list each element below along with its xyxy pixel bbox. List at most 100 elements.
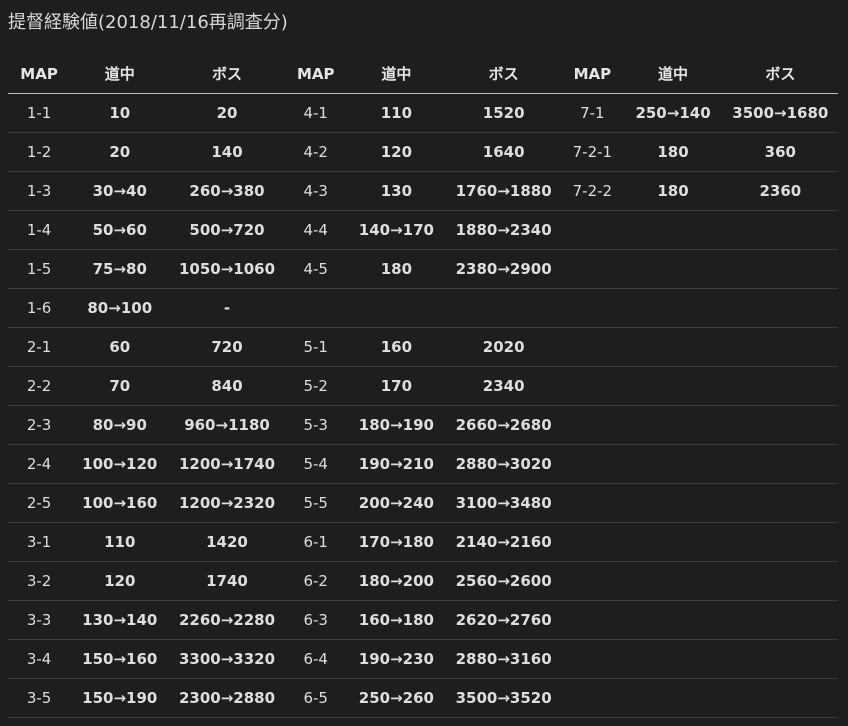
cell-route-exp: 170 bbox=[346, 366, 447, 406]
cell-map: 2-1 bbox=[8, 327, 71, 367]
cell-boss-exp: 1640 bbox=[446, 132, 562, 172]
header-route-3: 道中 bbox=[623, 54, 723, 94]
cell-boss-exp: 2880→3160 bbox=[446, 639, 562, 679]
cell-map: 4-1 bbox=[284, 93, 347, 133]
cell-boss-exp: 1740 bbox=[169, 561, 285, 601]
header-route-2: 道中 bbox=[346, 54, 447, 94]
cell-map: 1-1 bbox=[8, 93, 71, 133]
cell-boss-exp bbox=[722, 639, 838, 679]
cell-route-exp bbox=[623, 327, 723, 367]
cell-boss-exp: 3500→3520 bbox=[446, 678, 562, 718]
cell-map: 3-3 bbox=[8, 600, 71, 640]
cell-map bbox=[561, 249, 624, 289]
cell-map bbox=[561, 522, 624, 562]
cell-map: 5-4 bbox=[284, 444, 347, 484]
cell-route-exp bbox=[623, 561, 723, 601]
cell-map: 6-2 bbox=[284, 561, 347, 601]
header-boss-3: ボス bbox=[722, 54, 838, 94]
cell-map bbox=[561, 366, 624, 406]
cell-route-exp: 20 bbox=[70, 132, 170, 172]
cell-route-exp: 75→80 bbox=[70, 249, 170, 289]
table-row: 2-1 60 720 5-1 160 2020 bbox=[8, 327, 838, 367]
table-row: 1-6 80→100- bbox=[8, 288, 838, 328]
admiral-exp-table: MAP 道中 ボス MAP 道中 ボス MAP 道中 ボス 1-1 10 20 4-1… bbox=[8, 54, 838, 718]
cell-boss-exp: 1200→1740 bbox=[169, 444, 285, 484]
table-header-row: MAP 道中 ボス MAP 道中 ボス MAP 道中 ボス bbox=[8, 54, 838, 94]
cell-route-exp bbox=[623, 288, 723, 328]
cell-boss-exp: 140 bbox=[169, 132, 285, 172]
header-map-3: MAP bbox=[561, 54, 624, 94]
cell-map: 1-4 bbox=[8, 210, 71, 250]
cell-route-exp: 160→180 bbox=[346, 600, 447, 640]
cell-map: 4-5 bbox=[284, 249, 347, 289]
cell-map: 1-5 bbox=[8, 249, 71, 289]
cell-route-exp: 190→230 bbox=[346, 639, 447, 679]
cell-boss-exp: - bbox=[169, 288, 285, 328]
cell-route-exp: 180→200 bbox=[346, 561, 447, 601]
cell-boss-exp bbox=[722, 249, 838, 289]
table-row: 3-1 110 1420 6-1 170→180 2140→2160 bbox=[8, 522, 838, 562]
cell-map bbox=[561, 327, 624, 367]
table-row: 1-1 10 20 4-1 110 1520 7-1 250→140 3500→1680 bbox=[8, 93, 838, 133]
cell-boss-exp bbox=[722, 366, 838, 406]
cell-boss-exp: 2660→2680 bbox=[446, 405, 562, 445]
cell-route-exp bbox=[623, 366, 723, 406]
cell-boss-exp: 2380→2900 bbox=[446, 249, 562, 289]
cell-boss-exp: 1880→2340 bbox=[446, 210, 562, 250]
header-map-1: MAP bbox=[8, 54, 71, 94]
page-title: 提督経験値(2018/11/16再調査分) bbox=[8, 12, 288, 33]
cell-route-exp bbox=[623, 405, 723, 445]
cell-map: 5-2 bbox=[284, 366, 347, 406]
cell-boss-exp bbox=[722, 288, 838, 328]
cell-map: 4-2 bbox=[284, 132, 347, 172]
cell-boss-exp: 2020 bbox=[446, 327, 562, 367]
table-row: 2-4 100→120 1200→1740 5-4 190→210 2880→3020 bbox=[8, 444, 838, 484]
cell-map bbox=[561, 600, 624, 640]
cell-route-exp: 50→60 bbox=[70, 210, 170, 250]
cell-map: 5-5 bbox=[284, 483, 347, 523]
cell-route-exp: 120 bbox=[346, 132, 447, 172]
cell-route-exp: 130 bbox=[346, 171, 447, 211]
cell-route-exp: 250→260 bbox=[346, 678, 447, 718]
cell-map: 6-1 bbox=[284, 522, 347, 562]
cell-boss-exp: 840 bbox=[169, 366, 285, 406]
cell-map: 7-1 bbox=[561, 93, 624, 133]
cell-boss-exp bbox=[722, 405, 838, 445]
cell-map bbox=[561, 405, 624, 445]
cell-route-exp: 190→210 bbox=[346, 444, 447, 484]
cell-map: 6-5 bbox=[284, 678, 347, 718]
cell-boss-exp: 1050→1060 bbox=[169, 249, 285, 289]
cell-boss-exp: 500→720 bbox=[169, 210, 285, 250]
cell-route-exp: 180→190 bbox=[346, 405, 447, 445]
table-row: 3-2 120 1740 6-2 180→200 2560→2600 bbox=[8, 561, 838, 601]
cell-route-exp: 110 bbox=[70, 522, 170, 562]
cell-map: 1-2 bbox=[8, 132, 71, 172]
cell-route-exp bbox=[623, 444, 723, 484]
cell-boss-exp bbox=[722, 210, 838, 250]
table-row: 3-5 150→190 2300→2880 6-5 250→260 3500→3520 bbox=[8, 678, 838, 718]
header-route-1: 道中 bbox=[70, 54, 170, 94]
cell-map: 1-6 bbox=[8, 288, 71, 328]
table-row: 3-4 150→160 3300→3320 6-4 190→230 2880→3160 bbox=[8, 639, 838, 679]
cell-map: 3-4 bbox=[8, 639, 71, 679]
cell-route-exp: 150→190 bbox=[70, 678, 170, 718]
cell-map: 1-3 bbox=[8, 171, 71, 211]
table-row: 1-4 50→60 500→720 4-4 140→170 1880→2340 bbox=[8, 210, 838, 250]
table-row: 2-5 100→160 1200→2320 5-5 200→240 3100→3480 bbox=[8, 483, 838, 523]
cell-route-exp: 70 bbox=[70, 366, 170, 406]
cell-boss-exp bbox=[722, 444, 838, 484]
cell-map bbox=[561, 210, 624, 250]
cell-boss-exp: 3300→3320 bbox=[169, 639, 285, 679]
cell-route-exp: 170→180 bbox=[346, 522, 447, 562]
cell-map bbox=[561, 639, 624, 679]
cell-map: 2-4 bbox=[8, 444, 71, 484]
cell-boss-exp bbox=[722, 561, 838, 601]
cell-route-exp: 130→140 bbox=[70, 600, 170, 640]
cell-boss-exp: 2260→2280 bbox=[169, 600, 285, 640]
cell-route-exp bbox=[623, 249, 723, 289]
cell-boss-exp: 960→1180 bbox=[169, 405, 285, 445]
cell-route-exp bbox=[623, 522, 723, 562]
cell-boss-exp bbox=[722, 600, 838, 640]
cell-map bbox=[561, 288, 624, 328]
cell-map: 2-3 bbox=[8, 405, 71, 445]
